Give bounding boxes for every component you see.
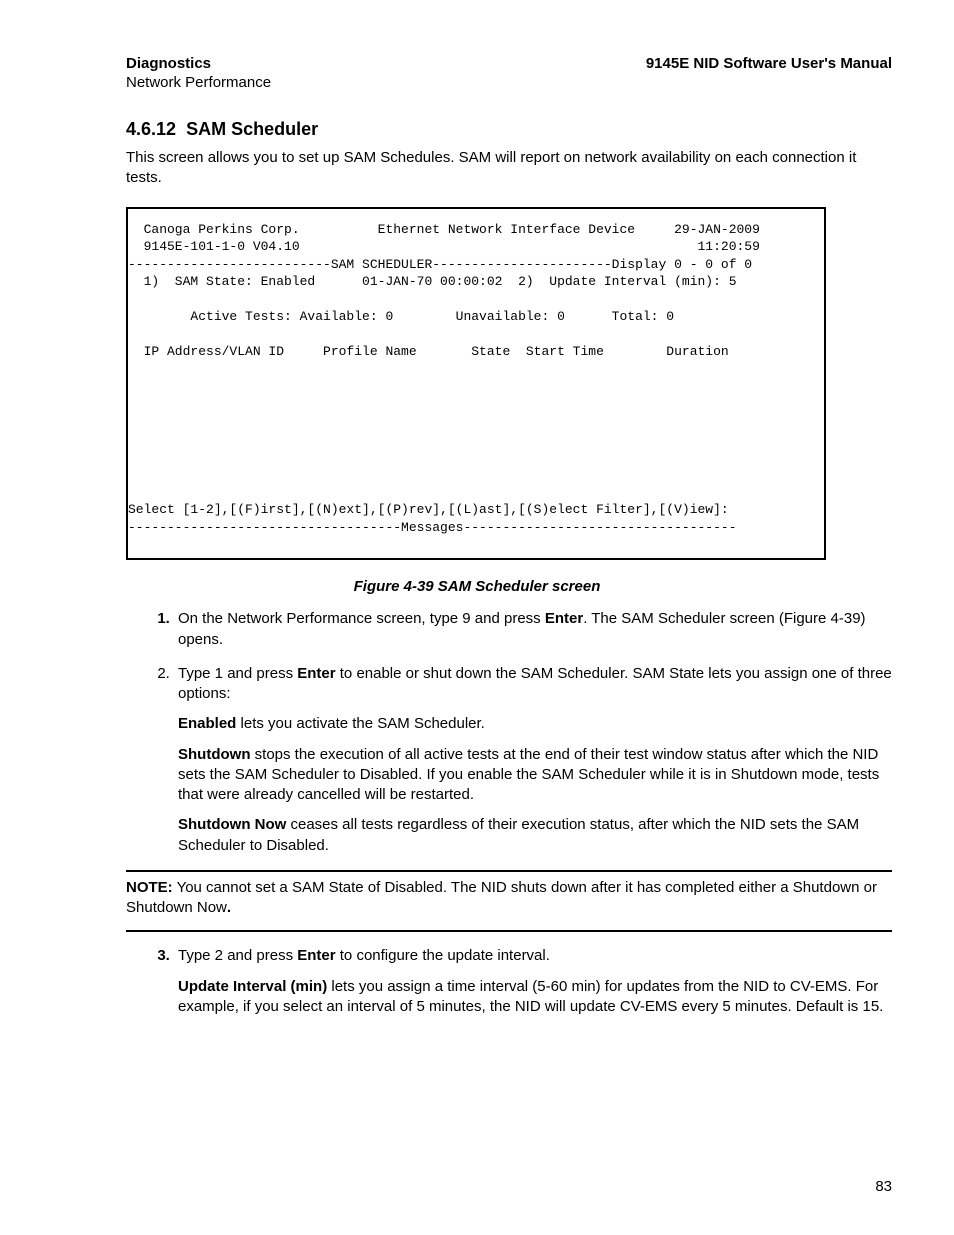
step-2: Type 1 and press Enter to enable or shut…: [174, 664, 892, 856]
option-enabled: Enabled lets you activate the SAM Schedu…: [178, 714, 892, 734]
option-update-interval: Update Interval (min) lets you assign a …: [178, 977, 892, 1018]
step-text: On the Network Performance screen, type …: [178, 610, 545, 627]
step-text: to configure the update interval.: [336, 947, 550, 964]
header-sub: Network Performance: [126, 74, 892, 91]
step-list: On the Network Performance screen, type …: [126, 609, 892, 856]
note-rule-bottom: [126, 930, 892, 932]
page-number: 83: [875, 1178, 892, 1195]
note-text: You cannot set a SAM State of Disabled. …: [126, 879, 877, 916]
note-label: NOTE:: [126, 879, 173, 896]
terminal-line: 1) SAM State: Enabled 01-JAN-70 00:00:02…: [128, 274, 737, 289]
terminal-line: 9145E-101-1-0 V04.10 11:20:59: [128, 239, 760, 254]
option-text: lets you activate the SAM Scheduler.: [236, 715, 484, 732]
figure-caption: Figure 4-39 SAM Scheduler screen: [62, 578, 892, 595]
page: Diagnostics 9145E NID Software User's Ma…: [0, 0, 954, 1235]
section-heading: 4.6.12 SAM Scheduler: [126, 119, 892, 140]
terminal-line: Select [1-2],[(F)irst],[(N)ext],[(P)rev]…: [128, 502, 729, 517]
terminal-content: Canoga Perkins Corp. Ethernet Network In…: [128, 221, 824, 537]
header-right: 9145E NID Software User's Manual: [646, 55, 892, 72]
header-left: Diagnostics: [126, 55, 211, 72]
note-period: .: [227, 899, 231, 916]
step-1: On the Network Performance screen, type …: [174, 609, 892, 650]
note-block: NOTE: You cannot set a SAM State of Disa…: [126, 878, 892, 919]
running-header: Diagnostics 9145E NID Software User's Ma…: [126, 55, 892, 72]
option-label: Enabled: [178, 715, 236, 732]
option-label: Shutdown Now: [178, 816, 286, 833]
keyword-enter: Enter: [545, 610, 583, 627]
option-shutdown: Shutdown stops the execution of all acti…: [178, 745, 892, 806]
section-intro: This screen allows you to set up SAM Sch…: [126, 148, 892, 189]
section-number: 4.6.12: [126, 119, 176, 139]
option-label: Shutdown: [178, 746, 250, 763]
terminal-line: Canoga Perkins Corp. Ethernet Network In…: [128, 222, 760, 237]
terminal-line: IP Address/VLAN ID Profile Name State St…: [128, 344, 729, 359]
option-shutdown-now: Shutdown Now ceases all tests regardless…: [178, 815, 892, 856]
terminal-line: --------------------------SAM SCHEDULER-…: [128, 257, 752, 272]
option-text: stops the execution of all active tests …: [178, 746, 879, 804]
step-text: Type 2 and press: [178, 947, 297, 964]
terminal-screenshot: Canoga Perkins Corp. Ethernet Network In…: [126, 207, 826, 561]
keyword-enter: Enter: [297, 665, 335, 682]
step-list-cont: Type 2 and press Enter to configure the …: [126, 946, 892, 1017]
terminal-line: -----------------------------------Messa…: [128, 520, 737, 535]
terminal-line: Active Tests: Available: 0 Unavailable: …: [128, 309, 674, 324]
note-rule-top: [126, 870, 892, 872]
step-text: Type 1 and press: [178, 665, 297, 682]
option-label: Update Interval (min): [178, 978, 327, 995]
step-3: Type 2 and press Enter to configure the …: [174, 946, 892, 1017]
keyword-enter: Enter: [297, 947, 335, 964]
section-title-text: SAM Scheduler: [186, 119, 318, 139]
